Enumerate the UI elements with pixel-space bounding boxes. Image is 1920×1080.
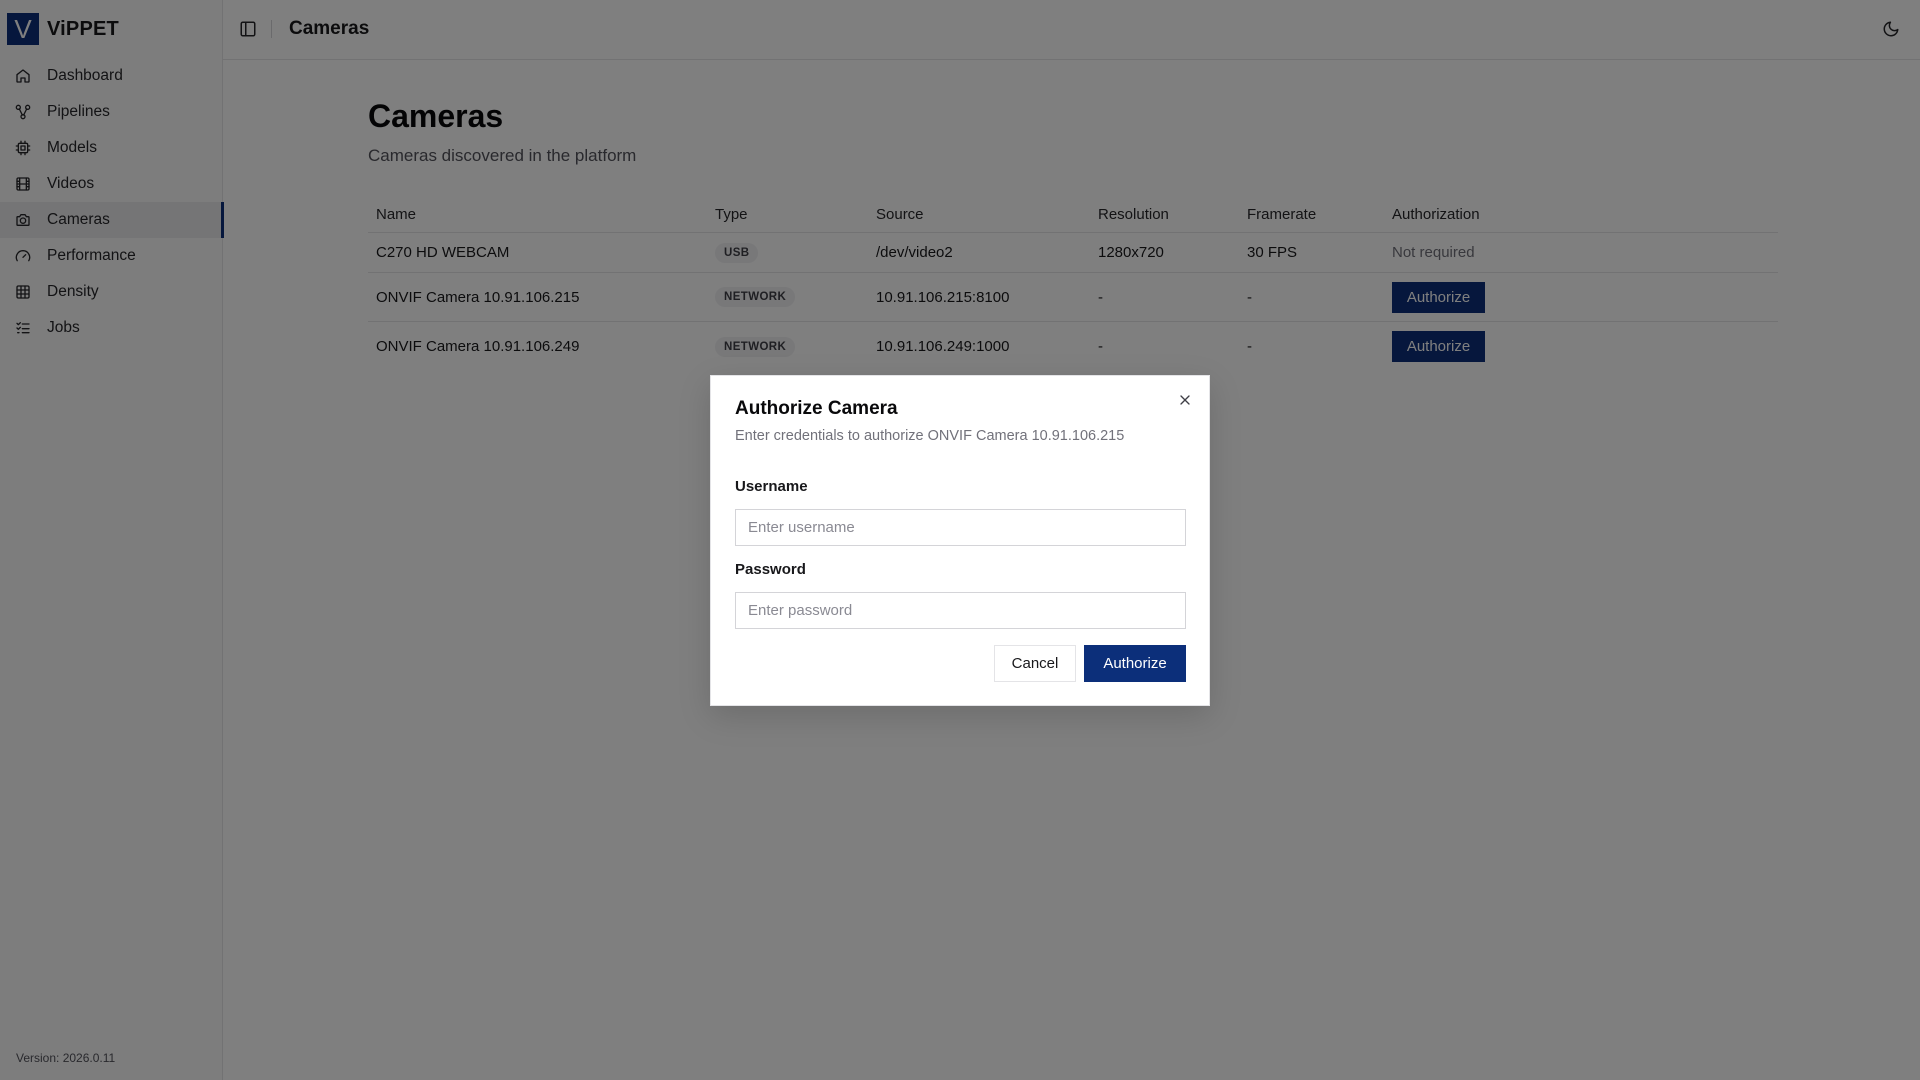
username-input[interactable] <box>735 509 1186 546</box>
dialog-close-button[interactable] <box>1177 392 1193 408</box>
dialog-description: Enter credentials to authorize ONVIF Cam… <box>735 428 1125 444</box>
username-label: Username <box>735 478 808 495</box>
authorize-button[interactable]: Authorize <box>1084 645 1186 682</box>
authorize-camera-dialog: Authorize Camera Enter credentials to au… <box>710 375 1210 706</box>
cancel-button[interactable]: Cancel <box>994 645 1076 682</box>
dialog-title: Authorize Camera <box>735 398 898 419</box>
password-label: Password <box>735 561 806 578</box>
password-input[interactable] <box>735 592 1186 629</box>
close-icon <box>1180 395 1190 405</box>
